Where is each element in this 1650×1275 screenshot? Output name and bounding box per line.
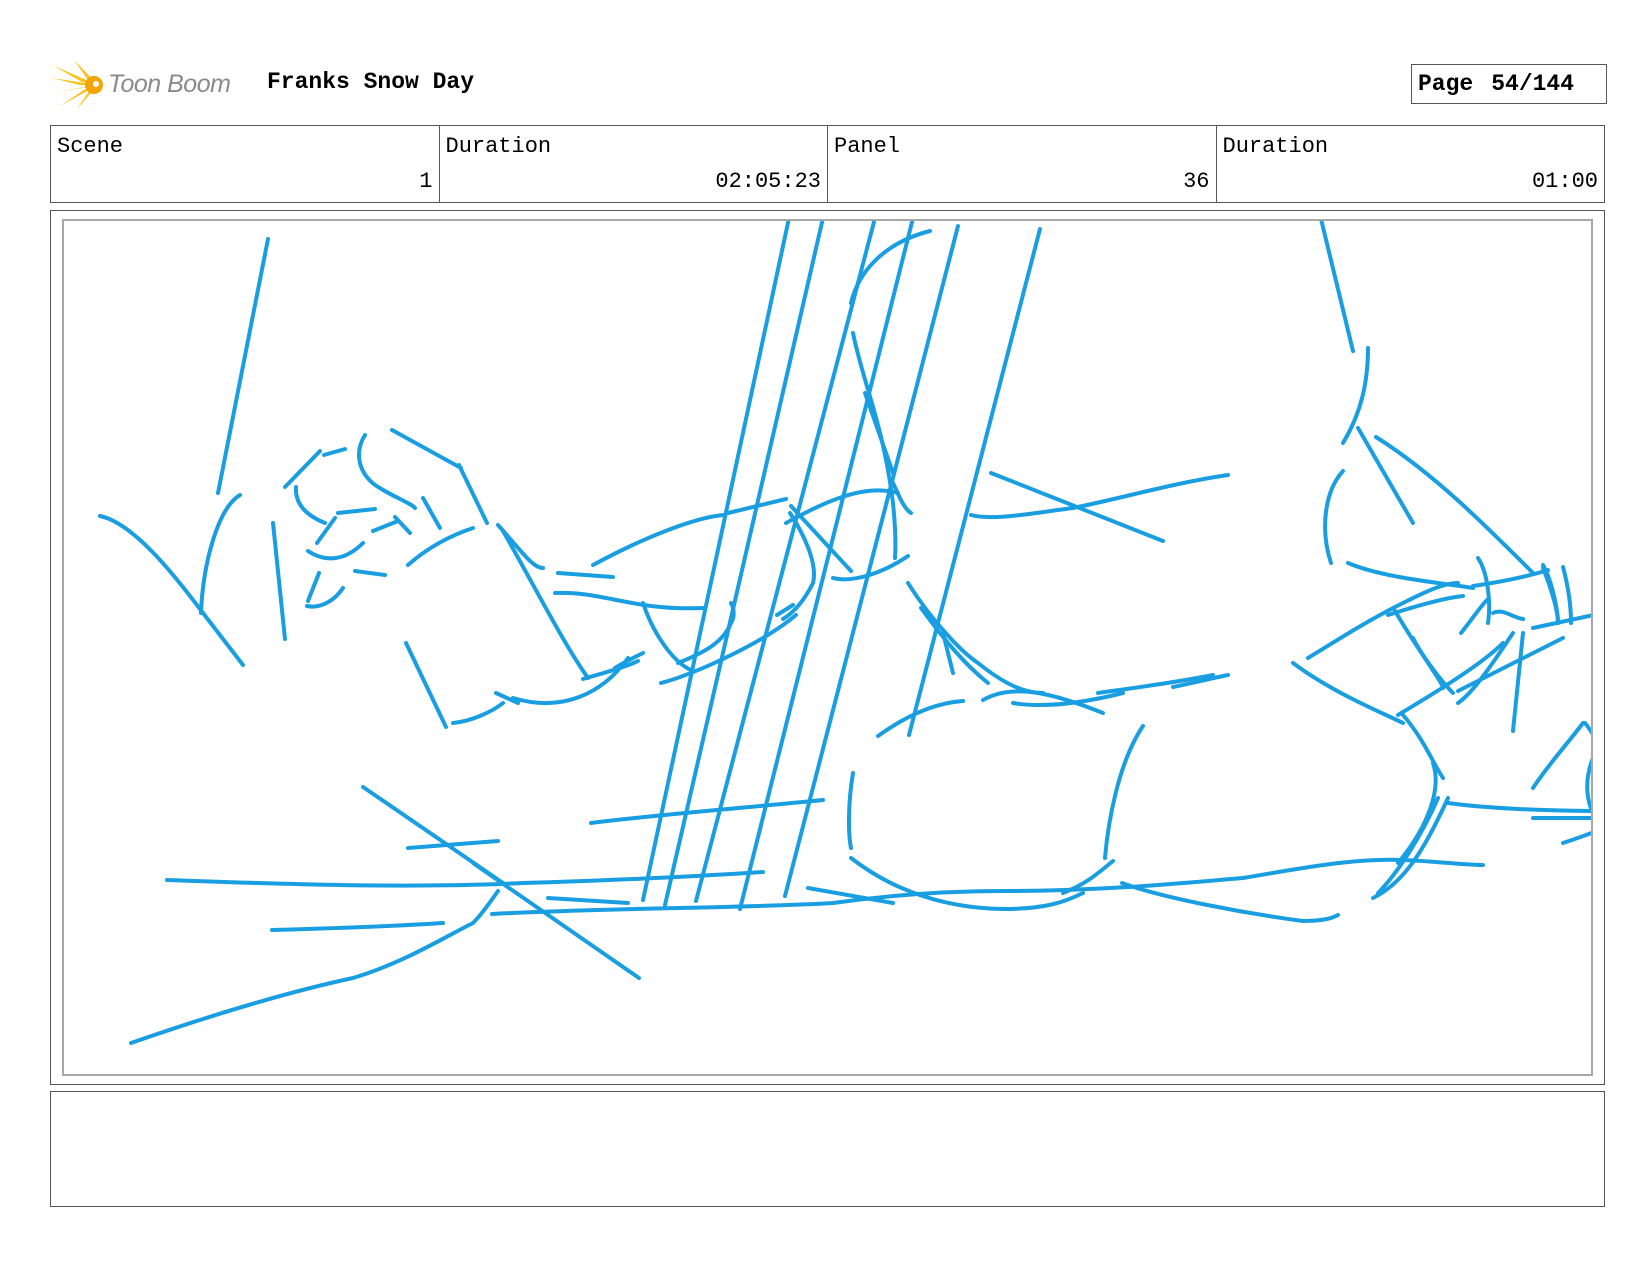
project-title: Franks Snow Day [267, 69, 475, 95]
panel-cell: Panel 36 [828, 126, 1217, 202]
page-number: 54/144 [1491, 71, 1575, 97]
panel-value: 36 [1183, 169, 1210, 194]
panel-label: Panel [834, 134, 901, 159]
toon-boom-logo: Toon Boom [52, 58, 252, 112]
scene-duration-label: Duration [445, 134, 552, 159]
logo-text: Toon Boom [108, 70, 231, 98]
scene-duration-value: 02:05:23 [715, 169, 821, 194]
page-header: Toon Boom Franks Snow Day Page 54/144 [52, 58, 1607, 112]
storyboard-panel-image [62, 219, 1593, 1076]
page-label: Page [1418, 71, 1474, 97]
starburst-icon [52, 60, 103, 110]
panel-duration-value: 01:00 [1531, 169, 1598, 194]
panel-duration-cell: Duration 01:00 [1217, 126, 1605, 202]
page-indicator: Page 54/144 [1411, 64, 1607, 104]
scene-cell: Scene 1 [51, 126, 440, 202]
panel-duration-label: Duration [1222, 134, 1329, 159]
scene-label: Scene [57, 134, 124, 159]
sketch-drawing [98, 221, 1591, 1045]
scene-value: 1 [419, 169, 433, 194]
scene-duration-cell: Duration 02:05:23 [440, 126, 828, 202]
storyboard-panel-frame [50, 210, 1605, 1085]
panel-info-row: Scene 1 Duration 02:05:23 Panel 36 Durat… [50, 125, 1605, 203]
sketch-strokes [98, 221, 1591, 1045]
panel-notes-box [50, 1091, 1605, 1207]
